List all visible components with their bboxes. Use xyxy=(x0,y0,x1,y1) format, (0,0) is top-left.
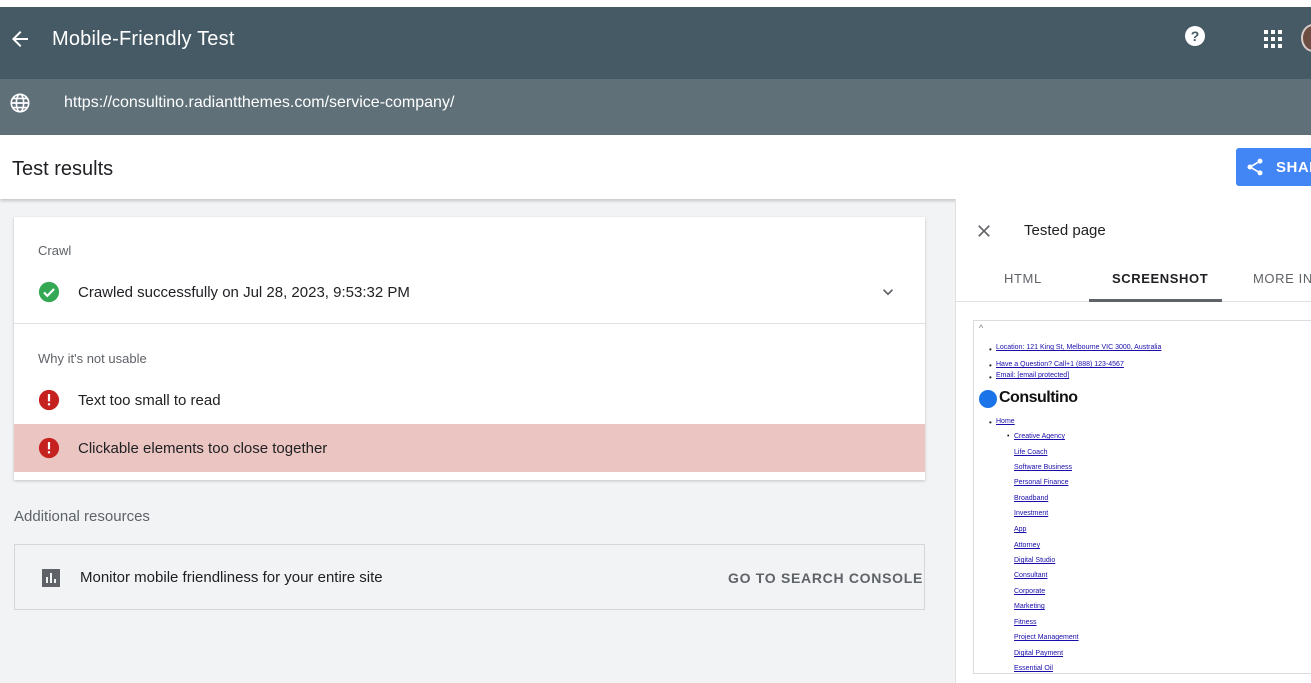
divider xyxy=(14,323,925,324)
menu-link[interactable]: Consultant xyxy=(1014,572,1047,579)
menu-link[interactable]: Project Management xyxy=(1014,634,1079,641)
home-link[interactable]: Home xyxy=(996,418,1015,425)
arrow-back-icon[interactable] xyxy=(8,27,32,51)
apps-icon[interactable] xyxy=(1263,29,1283,49)
chevron-down-icon[interactable] xyxy=(878,282,898,302)
close-icon[interactable] xyxy=(974,221,994,241)
additional-resources-heading: Additional resources xyxy=(14,508,150,525)
list-bullet: • xyxy=(989,345,992,354)
tested-page-panel: Tested page HTML SCREENSHOT MORE INFO ^ … xyxy=(955,199,1311,683)
page-title: Test results xyxy=(12,158,114,180)
menu-link[interactable]: Fitness xyxy=(1014,619,1037,626)
svg-text:?: ? xyxy=(1191,28,1200,44)
menu-link[interactable]: Creative Agency xyxy=(1014,433,1065,440)
monitor-text: Monitor mobile friendliness for your ent… xyxy=(80,569,383,586)
menu-link[interactable]: App xyxy=(1014,526,1026,533)
menu-link[interactable]: Marketing xyxy=(1014,603,1045,610)
avatar[interactable] xyxy=(1301,24,1311,52)
menu-link[interactable]: Digital Studio xyxy=(1014,557,1055,564)
check-circle-icon xyxy=(38,281,60,303)
monitor-resource-card: Monitor mobile friendliness for your ent… xyxy=(14,544,925,610)
logo-text: Consultino xyxy=(999,389,1078,406)
caret-up-icon: ^ xyxy=(979,323,984,333)
bar-chart-icon xyxy=(42,569,60,587)
share-button[interactable]: SHARE xyxy=(1236,148,1311,186)
page-screenshot: ^ • Location: 121 King St, Melbourne VIC… xyxy=(973,320,1311,674)
email-link[interactable]: Email: [email protected] xyxy=(996,372,1069,379)
panel-tabs: HTML SCREENSHOT MORE INFO xyxy=(956,259,1311,302)
top-strip xyxy=(0,0,1311,7)
issue-label: Text too small to read xyxy=(78,392,221,409)
menu-link[interactable]: Attorney xyxy=(1014,542,1040,549)
phone-link[interactable]: Have a Question? Call+1 (888) 123-4567 xyxy=(996,361,1124,368)
list-bullet: • xyxy=(1007,433,1010,440)
tab-more-info[interactable]: MORE INFO xyxy=(1253,271,1311,286)
panel-title: Tested page xyxy=(1024,222,1106,239)
menu-link[interactable]: Life Coach xyxy=(1014,449,1047,456)
share-label: SHARE xyxy=(1276,159,1311,176)
list-bullet: • xyxy=(989,373,992,382)
tested-url[interactable]: https://consultino.radiantthemes.com/ser… xyxy=(64,94,454,112)
active-tab-indicator xyxy=(1089,299,1222,302)
help-icon[interactable]: ? xyxy=(1183,24,1207,48)
menu-link[interactable]: Investment xyxy=(1014,510,1048,517)
location-link[interactable]: Location: 121 King St, Melbourne VIC 300… xyxy=(996,344,1161,351)
url-bar: https://consultino.radiantthemes.com/ser… xyxy=(0,79,1311,135)
logo-mark xyxy=(979,390,997,408)
tab-html[interactable]: HTML xyxy=(1004,271,1042,286)
app-title: Mobile-Friendly Test xyxy=(52,28,235,50)
menu-link[interactable]: Broadband xyxy=(1014,495,1048,502)
menu-link[interactable]: Personal Finance xyxy=(1014,479,1068,486)
list-bullet: • xyxy=(989,361,992,370)
search-console-link[interactable]: GO TO SEARCH CONSOLE xyxy=(728,570,923,586)
error-icon xyxy=(38,437,60,459)
issues-section-label: Why it's not usable xyxy=(38,351,147,366)
issue-label: Clickable elements too close together xyxy=(78,440,328,457)
app-bar: Mobile-Friendly Test ? xyxy=(0,7,1311,79)
crawl-status: Crawled successfully on Jul 28, 2023, 9:… xyxy=(78,284,410,301)
tab-screenshot[interactable]: SCREENSHOT xyxy=(1112,271,1208,286)
menu-link[interactable]: Corporate xyxy=(1014,588,1045,595)
menu-link[interactable]: Digital Payment xyxy=(1014,650,1063,657)
results-card: Crawl Crawled successfully on Jul 28, 20… xyxy=(14,217,925,480)
results-header: Test results SHARE xyxy=(0,135,1311,199)
menu-link[interactable]: Essential Oil xyxy=(1014,665,1053,672)
globe-icon xyxy=(10,93,30,113)
share-icon xyxy=(1247,158,1263,176)
list-bullet: • xyxy=(989,418,992,427)
menu-link[interactable]: Software Business xyxy=(1014,464,1072,471)
issue-row-clickable-elements[interactable]: Clickable elements too close together xyxy=(14,424,925,472)
error-icon xyxy=(38,389,60,411)
crawl-section-label: Crawl xyxy=(38,243,72,258)
